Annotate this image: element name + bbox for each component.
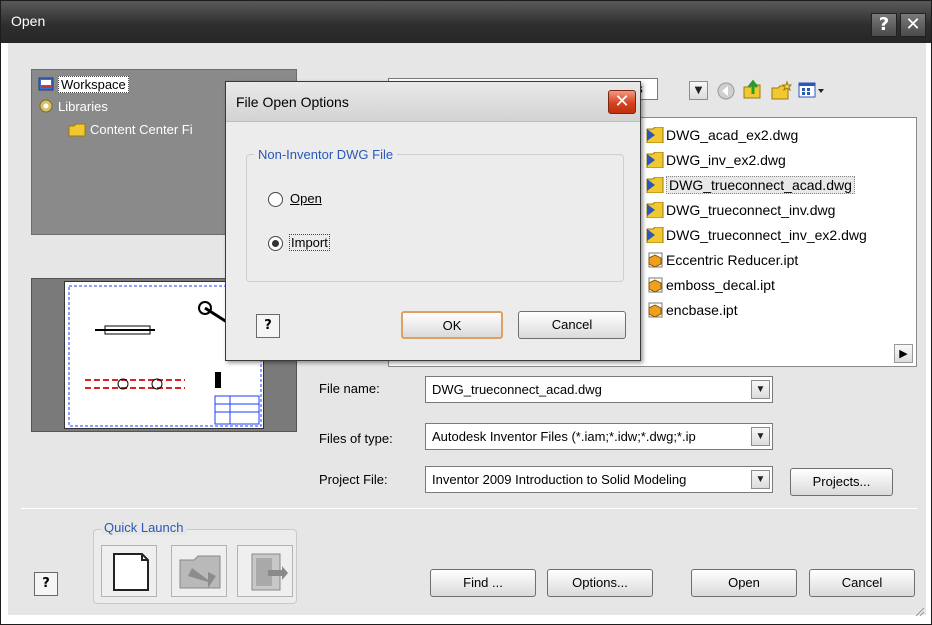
list-item[interactable]: DWG_trueconnect_inv.dwg xyxy=(646,199,835,221)
tree-item-libraries[interactable]: Libraries xyxy=(38,98,108,117)
list-item[interactable]: DWG_acad_ex2.dwg xyxy=(646,124,798,146)
open-dialog: Open ? ✕ Workspace Libraries Content Cen… xyxy=(0,0,932,625)
radio-import-label[interactable]: Import xyxy=(289,234,330,251)
dwg-file-icon xyxy=(646,151,664,169)
title-bar: Open ? ✕ xyxy=(1,1,931,43)
open-exit-button[interactable] xyxy=(237,545,293,597)
files-of-type-label: Files of type: xyxy=(319,431,393,446)
look-in-dropdown-button[interactable]: ▼ xyxy=(689,81,708,100)
open-button[interactable]: Open xyxy=(691,569,797,597)
part-file-icon xyxy=(646,302,664,318)
files-of-type-dropdown-button[interactable]: ▼ xyxy=(751,427,770,446)
radio-open-label[interactable]: Open xyxy=(290,191,322,206)
folder-icon xyxy=(68,123,86,140)
dwg-file-icon xyxy=(646,176,664,194)
list-item[interactable]: emboss_decal.ipt xyxy=(646,274,775,296)
modal-close-button[interactable]: ✕ xyxy=(608,90,636,114)
file-name-label: File name: xyxy=(319,381,380,396)
file-open-options-dialog: File Open Options ✕ Non-Inventor DWG Fil… xyxy=(225,81,641,361)
modal-title: File Open Options xyxy=(236,94,349,110)
view-menu-icon[interactable] xyxy=(798,81,826,101)
files-of-type-combo[interactable]: Autodesk Inventor Files (*.iam;*.idw;*.d… xyxy=(425,423,773,450)
list-item[interactable]: DWG_inv_ex2.dwg xyxy=(646,149,786,171)
modal-cancel-button[interactable]: Cancel xyxy=(518,311,626,339)
options-button[interactable]: Options... xyxy=(547,569,653,597)
file-name-value: DWG_trueconnect_acad.dwg xyxy=(432,382,602,397)
tree-item-workspace[interactable]: Workspace xyxy=(38,76,129,95)
up-folder-icon[interactable] xyxy=(742,79,764,101)
tree-item-content-center[interactable]: Content Center Fi xyxy=(68,122,193,140)
radio-open[interactable] xyxy=(268,192,283,207)
workspace-icon xyxy=(38,76,54,95)
open-folder-arrow-icon xyxy=(179,555,221,589)
radio-import[interactable] xyxy=(268,236,283,251)
window-title: Open xyxy=(11,13,46,29)
dwg-file-icon xyxy=(646,201,664,219)
new-folder-icon[interactable] xyxy=(770,80,793,102)
project-file-combo[interactable]: Inventor 2009 Introduction to Solid Mode… xyxy=(425,466,773,493)
dwg-file-icon xyxy=(646,226,664,244)
project-file-label: Project File: xyxy=(319,472,388,487)
project-file-value: Inventor 2009 Introduction to Solid Mode… xyxy=(432,472,687,487)
group-title: Non-Inventor DWG File xyxy=(254,147,398,162)
part-file-icon xyxy=(646,277,664,293)
open-door-icon xyxy=(251,553,288,591)
list-item[interactable]: DWG_trueconnect_inv_ex2.dwg xyxy=(646,224,867,246)
separator xyxy=(21,508,917,509)
dwg-options-group xyxy=(246,154,624,282)
quick-launch-title: Quick Launch xyxy=(101,520,187,535)
list-item-selected[interactable]: DWG_trueconnect_acad.dwg xyxy=(646,174,855,196)
list-item[interactable]: Eccentric Reducer.ipt xyxy=(646,249,798,271)
new-file-button[interactable] xyxy=(101,545,157,597)
dwg-file-icon xyxy=(646,126,664,144)
cancel-button[interactable]: Cancel xyxy=(809,569,915,597)
help-button[interactable]: ? xyxy=(34,572,58,596)
file-name-combo[interactable]: DWG_trueconnect_acad.dwg ▼ xyxy=(425,376,773,403)
files-of-type-value: Autodesk Inventor Files (*.iam;*.idw;*.d… xyxy=(432,429,696,444)
help-icon: ? xyxy=(42,576,50,591)
find-button[interactable]: Find ... xyxy=(430,569,536,597)
back-icon[interactable] xyxy=(716,81,736,101)
scroll-right-button[interactable]: ▶ xyxy=(894,344,913,363)
part-file-icon xyxy=(646,252,664,268)
libraries-icon xyxy=(38,98,54,117)
open-project-button[interactable] xyxy=(171,545,227,597)
resize-grip-icon[interactable] xyxy=(913,605,925,617)
close-title-button[interactable]: ✕ xyxy=(900,13,926,37)
file-name-dropdown-button[interactable]: ▼ xyxy=(751,380,770,399)
modal-help-button[interactable]: ? xyxy=(256,314,280,338)
new-file-icon xyxy=(113,553,149,591)
ok-button[interactable]: OK xyxy=(401,311,503,339)
close-icon: ✕ xyxy=(614,91,630,112)
list-item[interactable]: encbase.ipt xyxy=(646,299,738,321)
help-icon: ? xyxy=(264,318,272,333)
project-file-dropdown-button[interactable]: ▼ xyxy=(751,470,770,489)
help-title-button[interactable]: ? xyxy=(871,13,897,37)
modal-title-bar: File Open Options ✕ xyxy=(226,82,640,122)
projects-button[interactable]: Projects... xyxy=(790,468,893,496)
